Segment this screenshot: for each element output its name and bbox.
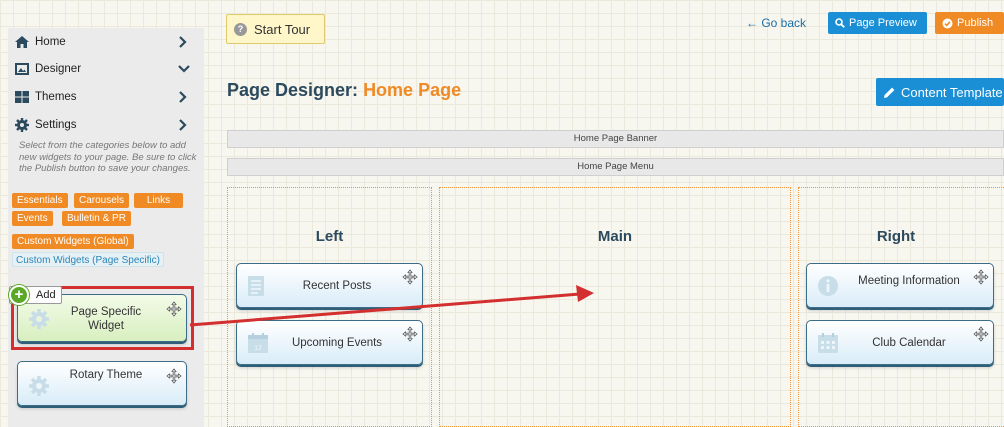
chevron-right-icon (178, 35, 188, 49)
question-icon: ? (234, 22, 247, 36)
widget-card-club-calendar[interactable]: Club Calendar (806, 320, 994, 365)
page-title-prefix: Page Designer: (227, 80, 359, 100)
sidebar-item-label: Designer (35, 63, 82, 75)
sidebar-item-themes[interactable]: Themes (8, 84, 204, 110)
category-essentials[interactable]: Essentials (12, 193, 68, 208)
sidebar-item-label: Home (35, 36, 66, 48)
publish-label: Publish (957, 17, 994, 29)
publish-button[interactable]: Publish (935, 12, 1004, 34)
widget-card-meeting-information[interactable]: Meeting Information (806, 263, 994, 308)
sidebar-item-settings[interactable]: Settings (8, 112, 204, 138)
widget-title: Upcoming Events (291, 337, 383, 349)
home-icon (14, 35, 30, 49)
zone-left-title: Left (315, 228, 344, 245)
go-back-link[interactable]: ← Go back (746, 16, 806, 30)
category-bulletin-pr[interactable]: Bulletin & PR (62, 211, 131, 226)
category-custom-widgets-global[interactable]: Custom Widgets (Global) (12, 234, 134, 249)
move-icon[interactable] (973, 326, 989, 342)
move-icon[interactable] (166, 368, 182, 384)
add-icon[interactable]: + (9, 285, 29, 305)
sidebar-item-home[interactable]: Home (8, 29, 204, 55)
widget-title: Recent Posts (302, 280, 372, 292)
chevron-down-icon (178, 62, 190, 76)
move-icon[interactable] (973, 269, 989, 285)
sidebar-item-label: Settings (35, 119, 77, 131)
move-icon[interactable] (402, 326, 418, 342)
zone-right-title: Right (876, 228, 916, 245)
info-icon (817, 275, 839, 297)
zone-main[interactable] (439, 187, 791, 427)
home-page-banner[interactable]: Home Page Banner (227, 130, 1004, 148)
page-title-name: Home Page (363, 80, 462, 100)
search-icon (835, 18, 845, 28)
category-links[interactable]: Links (134, 193, 183, 208)
gear-icon (28, 375, 50, 397)
widget-card-recent-posts[interactable]: Recent Posts (236, 263, 423, 308)
widget-card-upcoming-events[interactable]: 12 Upcoming Events (236, 320, 423, 365)
document-icon (247, 275, 269, 297)
zone-main-title: Main (597, 228, 633, 245)
gear-icon (14, 118, 30, 132)
widget-card-rotary-theme[interactable]: Rotary Theme (17, 361, 187, 406)
page-preview-label: Page Preview (849, 17, 917, 29)
page-preview-button[interactable]: Page Preview (828, 12, 927, 34)
home-page-menu[interactable]: Home Page Menu (227, 158, 1004, 176)
category-events[interactable]: Events (12, 211, 53, 226)
chevron-right-icon (178, 90, 188, 104)
content-template-label: Content Template (901, 84, 1003, 100)
widget-title: Rotary Theme (69, 369, 143, 381)
sidebar-item-label: Themes (35, 91, 77, 103)
category-custom-widgets-page-specific[interactable]: Custom Widgets (Page Specific) (12, 252, 164, 267)
themes-icon (14, 90, 30, 104)
move-icon[interactable] (402, 269, 418, 285)
sidebar-help-text: Select from the categories below to add … (19, 140, 197, 174)
widget-title: Meeting Information (858, 275, 960, 287)
widget-title: Club Calendar (872, 337, 946, 349)
category-carousels[interactable]: Carousels (74, 193, 130, 208)
sidebar-item-designer[interactable]: Designer (8, 56, 204, 82)
designer-icon (14, 62, 30, 76)
svg-text:12: 12 (254, 345, 262, 352)
start-tour-button[interactable]: ? Start Tour (226, 14, 325, 44)
check-circle-icon (942, 18, 953, 29)
calendar-grid-icon (817, 332, 839, 354)
content-template-button[interactable]: Content Template (876, 78, 1004, 106)
go-back-label: Go back (761, 16, 807, 30)
start-tour-label: Start Tour (254, 21, 311, 37)
add-label: Add (36, 289, 56, 301)
chevron-right-icon (178, 118, 188, 132)
page-title: Page Designer: Home Page (227, 80, 461, 101)
arrow-left-icon: ← (746, 16, 758, 30)
calendar-icon: 12 (247, 332, 269, 354)
pencil-icon (883, 86, 896, 99)
